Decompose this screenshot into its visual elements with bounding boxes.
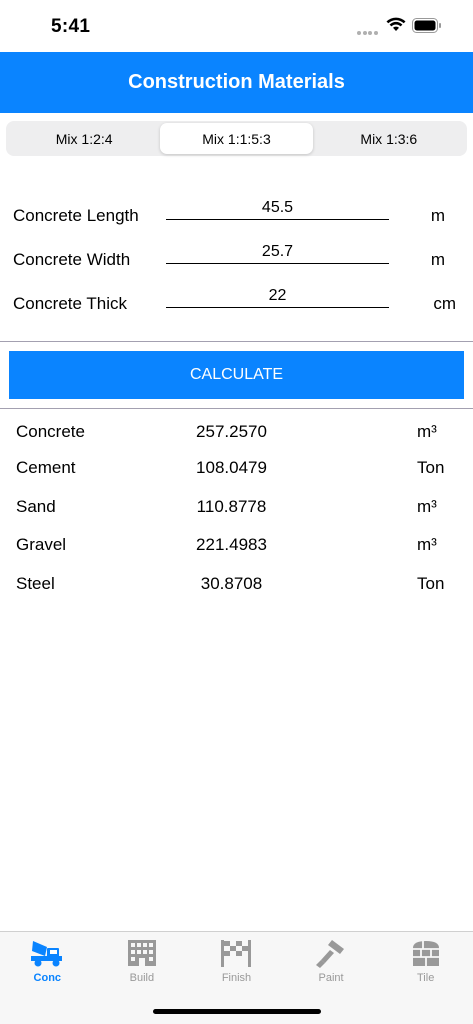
home-indicator (153, 1009, 321, 1014)
result-row-steel: Steel 30.8708 Ton (0, 570, 473, 598)
length-field[interactable] (166, 196, 389, 220)
result-name: Gravel (16, 535, 67, 554)
tab-label: Tile (417, 972, 435, 984)
finish-flag-icon (219, 938, 253, 968)
divider (0, 341, 473, 342)
result-unit: Ton (417, 574, 445, 593)
thick-label: Concrete Thick (13, 294, 128, 313)
result-value: 257.2570 (196, 422, 267, 441)
nav-bar: Construction Materials (0, 52, 473, 113)
tile-icon (409, 938, 443, 968)
tab-label: Conc (33, 972, 62, 984)
tab-label: Finish (221, 972, 252, 984)
result-unit: m³ (417, 422, 437, 441)
result-row-cement: Cement 108.0479 Ton (0, 454, 473, 482)
tab-build[interactable]: Build (95, 932, 190, 992)
tab-tile[interactable]: Tile (378, 932, 473, 992)
result-value: 30.8708 (200, 574, 263, 593)
divider (0, 408, 473, 409)
result-row-gravel: Gravel 221.4983 m³ (0, 531, 473, 559)
length-row: Concrete Length m (0, 196, 473, 236)
result-name: Cement (16, 458, 76, 477)
battery-icon (412, 18, 441, 33)
status-time: 5:41 (51, 16, 91, 37)
result-unit: m³ (417, 535, 437, 554)
segment-mix-1-1-5-3[interactable]: Mix 1:1:5:3 (160, 123, 313, 154)
result-name: Sand (16, 497, 56, 516)
mix-segmented-control: Mix 1:2:4 Mix 1:1:5:3 Mix 1:3:6 (6, 121, 467, 156)
result-row-sand: Sand 110.8778 m³ (0, 493, 473, 521)
segment-mix-1-3-6[interactable]: Mix 1:3:6 (313, 123, 465, 154)
tab-paint[interactable]: Paint (284, 932, 379, 992)
result-value: 110.8778 (196, 497, 267, 516)
status-bar: 5:41 (0, 0, 473, 52)
calculate-button[interactable]: CALCULATE (9, 351, 464, 399)
width-label: Concrete Width (13, 250, 131, 269)
building-icon (125, 938, 159, 968)
length-label: Concrete Length (13, 206, 139, 225)
cellular-signal-icon (357, 22, 379, 40)
result-unit: Ton (417, 458, 445, 477)
tab-finish[interactable]: Finish (189, 932, 284, 992)
thick-unit: cm (433, 294, 456, 313)
result-name: Concrete (16, 422, 85, 441)
thick-field[interactable] (166, 284, 389, 308)
segment-mix-1-2-4[interactable]: Mix 1:2:4 (8, 123, 160, 154)
tab-label: Paint (318, 972, 344, 984)
tab-conc[interactable]: Conc (0, 932, 95, 992)
wifi-icon (386, 17, 406, 31)
thick-row: Concrete Thick cm (0, 284, 473, 324)
width-unit: m (430, 250, 445, 269)
width-row: Concrete Width m (0, 240, 473, 280)
tab-label: Build (129, 972, 155, 984)
result-unit: m³ (417, 497, 437, 516)
result-value: 221.4983 (196, 535, 267, 554)
page-title: Construction Materials (128, 71, 345, 93)
paint-roller-icon (314, 938, 348, 968)
result-value: 108.0479 (196, 458, 267, 477)
result-name: Steel (16, 574, 55, 593)
result-row-concrete: Concrete 257.2570 m³ (0, 418, 473, 446)
width-field[interactable] (166, 240, 389, 264)
length-unit: m (430, 206, 445, 225)
concrete-mixer-icon (30, 938, 64, 968)
